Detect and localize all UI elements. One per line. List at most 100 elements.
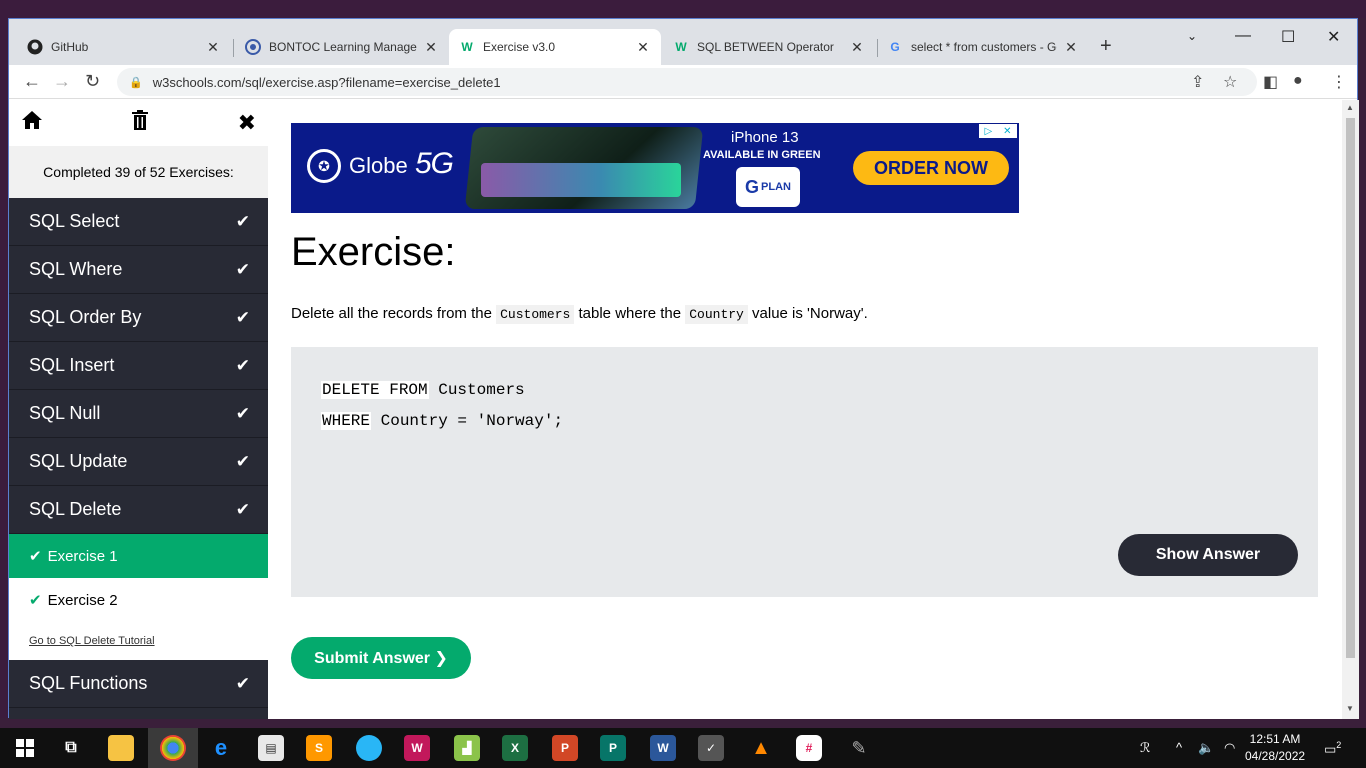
- checkmark-icon: ✔: [235, 259, 250, 279]
- sidebar-item-label: SQL Insert: [29, 355, 115, 375]
- app-icon[interactable]: ✓: [698, 735, 724, 761]
- window-close-button[interactable]: ✕: [1327, 27, 1340, 47]
- menu-kebab-icon[interactable]: ⋮: [1331, 72, 1347, 92]
- sidebar-item-sql-update[interactable]: SQL Update ✔: [9, 438, 268, 486]
- ad-tagline: AVAILABLE IN GREEN: [703, 149, 821, 161]
- advertisement-banner[interactable]: ✪ Globe 5G iPhone 13 AVAILABLE IN GREEN …: [291, 123, 1019, 213]
- tab-bontoc[interactable]: BONTOC Learning Managem ✕: [235, 29, 449, 65]
- chevron-up-icon[interactable]: ^: [1176, 740, 1182, 755]
- tab-google[interactable]: G select * from customers - Go ✕: [877, 29, 1089, 65]
- main-content: ✪ Globe 5G iPhone 13 AVAILABLE IN GREEN …: [268, 100, 1342, 719]
- w3schools-icon: W: [675, 40, 687, 54]
- sidebar-item-label: SQL Order By: [29, 307, 142, 327]
- profile-avatar-icon[interactable]: ●: [1293, 72, 1303, 90]
- sidebar-item-sql-functions[interactable]: SQL Functions ✔: [9, 660, 268, 708]
- sidebar-item-sql-null[interactable]: SQL Null ✔: [9, 390, 268, 438]
- file-explorer-icon[interactable]: [108, 735, 134, 761]
- tab-bar: GitHub ✕ BONTOC Learning Managem ✕ W Exe…: [9, 19, 1357, 65]
- checkmark-icon: ✔: [235, 355, 250, 375]
- tab-exercise[interactable]: W Exercise v3.0 ✕: [449, 29, 661, 65]
- sidebar-subitem-exercise-1[interactable]: ✔ Exercise 1: [9, 534, 268, 578]
- notification-icon[interactable]: ▭2: [1324, 740, 1341, 757]
- checkmark-icon: ✔: [235, 673, 250, 693]
- side-panel-icon[interactable]: ◧: [1263, 72, 1278, 92]
- close-icon[interactable]: ✖: [238, 110, 256, 136]
- globe-logo: ✪ Globe: [307, 149, 408, 183]
- checkmark-icon: ✔: [235, 307, 250, 327]
- sidebar-item-sql-select[interactable]: SQL Select ✔: [9, 198, 268, 246]
- volume-icon[interactable]: 🔈: [1198, 740, 1214, 756]
- sidebar-item-label: SQL Select: [29, 211, 120, 231]
- desktop-background-left: [0, 18, 8, 718]
- scroll-down-arrow-icon[interactable]: ▼: [1346, 704, 1354, 713]
- people-icon[interactable]: ℛ: [1140, 740, 1150, 756]
- sidebar-subitem-exercise-2[interactable]: ✔ Exercise 2: [9, 578, 268, 622]
- back-arrow-icon[interactable]: ←: [23, 71, 41, 92]
- edge-icon[interactable]: e: [208, 735, 234, 761]
- globe-logo-icon: ✪: [307, 149, 341, 183]
- powerpoint-icon[interactable]: P: [552, 735, 578, 761]
- url-field[interactable]: 🔒 w3schools.com/sql/exercise.asp?filenam…: [117, 68, 1257, 96]
- address-bar: ← → ↻ 🔒 w3schools.com/sql/exercise.asp?f…: [9, 65, 1357, 99]
- paint-icon[interactable]: ✎: [846, 735, 872, 761]
- tutorial-link[interactable]: Go to SQL Delete Tutorial: [9, 622, 268, 660]
- wamp-icon[interactable]: W: [404, 735, 430, 761]
- excel-icon[interactable]: X: [502, 735, 528, 761]
- tab-sql-between[interactable]: W SQL BETWEEN Operator ✕: [663, 29, 875, 65]
- home-icon[interactable]: [21, 110, 43, 136]
- sidebar-item-label: SQL Update: [29, 451, 128, 471]
- scrollbar-thumb[interactable]: [1346, 118, 1355, 658]
- scroll-up-arrow-icon[interactable]: ▲: [1346, 103, 1354, 112]
- share-icon[interactable]: ⇪: [1191, 72, 1204, 92]
- wifi-icon[interactable]: ◠: [1224, 740, 1235, 756]
- task-view-icon[interactable]: ⧉: [58, 735, 84, 761]
- completion-status: Completed 39 of 52 Exercises:: [9, 146, 268, 198]
- sidebar-item-sql-where[interactable]: SQL Where ✔: [9, 246, 268, 294]
- moodle-icon: [245, 39, 261, 55]
- close-icon[interactable]: ✕: [635, 39, 651, 56]
- where-input[interactable]: WHERE: [321, 412, 372, 430]
- sidebar-item-sql-insert[interactable]: SQL Insert ✔: [9, 342, 268, 390]
- clock-date: 04/28/2022: [1245, 749, 1306, 763]
- show-answer-button[interactable]: Show Answer: [1118, 534, 1298, 576]
- minimize-button[interactable]: —: [1235, 27, 1251, 45]
- checkmark-icon: ✔: [29, 548, 42, 565]
- word-icon[interactable]: W: [650, 735, 676, 761]
- tab-github[interactable]: GitHub ✕: [17, 29, 231, 65]
- submit-answer-button[interactable]: Submit Answer ❯: [291, 637, 471, 679]
- sidebar-item-label: SQL Functions: [29, 673, 148, 693]
- files-app-icon[interactable]: ▤: [258, 735, 284, 761]
- sidebar-item-sql-order-by[interactable]: SQL Order By ✔: [9, 294, 268, 342]
- new-tab-button[interactable]: +: [1100, 35, 1112, 58]
- close-icon[interactable]: ✕: [1063, 39, 1079, 56]
- lock-icon: 🔒: [129, 76, 143, 89]
- close-icon[interactable]: ✕: [205, 39, 221, 56]
- chrome-icon[interactable]: [160, 735, 186, 761]
- reload-icon[interactable]: ↻: [85, 71, 100, 92]
- slack-icon[interactable]: #: [796, 735, 822, 761]
- chart-app-icon[interactable]: ▟: [454, 735, 480, 761]
- bookmark-star-icon[interactable]: ☆: [1223, 72, 1237, 92]
- system-clock[interactable]: 12:51 AM 04/28/2022: [1245, 731, 1305, 765]
- publisher-icon[interactable]: P: [600, 735, 626, 761]
- sublime-text-icon[interactable]: S: [306, 735, 332, 761]
- checkmark-icon: ✔: [235, 403, 250, 423]
- google-icon: G: [890, 40, 900, 54]
- vlc-icon[interactable]: ▲: [748, 735, 774, 761]
- ad-choices-icon[interactable]: ▷ ✕: [979, 124, 1017, 138]
- ad-product: iPhone 13: [731, 129, 799, 146]
- sidebar-item-sql-delete[interactable]: SQL Delete ✔: [9, 486, 268, 534]
- trash-icon[interactable]: [131, 110, 149, 136]
- maximize-button[interactable]: ☐: [1281, 27, 1295, 47]
- sidebar-item-label: SQL Where: [29, 259, 123, 279]
- forward-arrow-icon[interactable]: →: [53, 71, 71, 92]
- close-icon[interactable]: ✕: [423, 39, 439, 56]
- scrollbar[interactable]: ▲ ▼: [1342, 100, 1359, 719]
- delete-from-input[interactable]: DELETE FROM: [321, 381, 429, 399]
- tab-title: BONTOC Learning Managem: [269, 40, 417, 54]
- app-icon[interactable]: [356, 735, 382, 761]
- order-now-button[interactable]: ORDER NOW: [853, 151, 1009, 185]
- close-icon[interactable]: ✕: [849, 39, 865, 56]
- windows-start-icon[interactable]: [12, 735, 38, 761]
- tab-search-icon[interactable]: ⌄: [1187, 29, 1197, 43]
